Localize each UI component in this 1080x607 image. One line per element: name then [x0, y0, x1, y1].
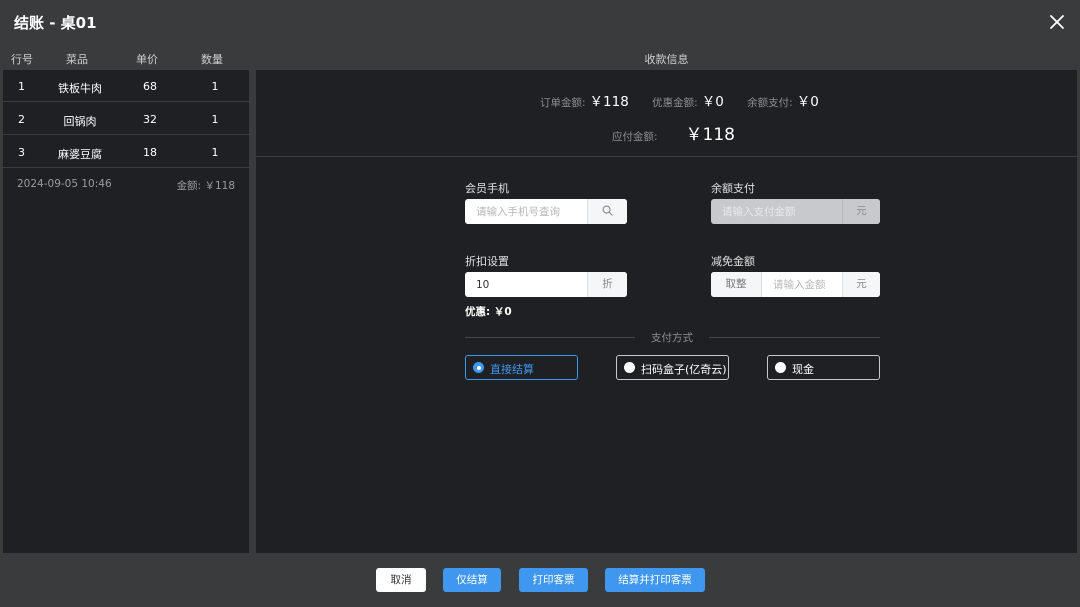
balance-pay-label: 余额支付:	[747, 97, 793, 109]
row-price: 32	[143, 113, 157, 126]
balance-input	[711, 199, 842, 224]
order-time: 2024-09-05 10:46	[17, 178, 112, 190]
search-button[interactable]	[587, 199, 627, 224]
member-phone-label: 会员手机	[465, 182, 509, 195]
table-row[interactable]: 2 回锅肉 32 1	[3, 103, 249, 135]
pay-methods-title: 支付方式	[651, 332, 693, 344]
pay-option-direct[interactable]: 直接结算	[465, 355, 578, 380]
header-dish: 菜品	[66, 53, 88, 66]
pay-option-label: 直接结算	[490, 363, 534, 376]
table-row[interactable]: 3 麻婆豆腐 18 1	[3, 136, 249, 168]
order-summary: 2024-09-05 10:46 金额: ￥118	[3, 176, 249, 196]
row-price: 18	[143, 146, 157, 159]
cancel-button[interactable]: 取消	[376, 568, 426, 592]
payment-panel: 订单金额: ￥118 优惠金额: ￥0 余额支付: ￥0 应付金额: ￥118 会员手机…	[256, 70, 1077, 553]
row-index: 1	[18, 80, 25, 93]
discount-result: 优惠: ￥0	[465, 306, 512, 318]
balance-label: 余额支付	[711, 182, 755, 195]
table-row[interactable]: 1 铁板牛肉 68 1	[3, 70, 249, 102]
waive-unit: 元	[842, 272, 880, 297]
order-amount-value: ￥118	[204, 180, 235, 192]
title-bar: 结账 - 桌01	[0, 0, 1080, 44]
balance-field: 元	[711, 199, 880, 224]
member-phone-field	[465, 199, 627, 224]
row-qty: 1	[211, 113, 219, 126]
search-icon	[602, 205, 613, 216]
waive-amount-label: 减免金额	[711, 255, 755, 268]
discount-unit: 折	[587, 272, 627, 297]
payment-info-title: 收款信息	[644, 53, 689, 66]
balance-unit: 元	[842, 199, 880, 224]
radio-selected-icon	[473, 362, 484, 373]
pay-option-qr-box[interactable]: 扫码盒子(亿奇云)	[616, 355, 729, 380]
settle-and-print-button[interactable]: 结算并打印客票	[605, 568, 705, 592]
payable-label: 应付金额:	[612, 131, 658, 143]
totals-section: 订单金额: ￥118 优惠金额: ￥0 余额支付: ￥0 应付金额: ￥118	[256, 70, 1077, 157]
discount-amount-value: ￥0	[701, 94, 724, 110]
row-dish: 铁板牛肉	[58, 82, 102, 95]
waive-field: 取整 元	[711, 272, 880, 297]
round-off-button[interactable]: 取整	[711, 272, 762, 297]
order-amount: 金额: ￥118	[177, 178, 235, 193]
waive-amount-input[interactable]	[762, 272, 842, 297]
order-list-panel: 1 铁板牛肉 68 1 2 回锅肉 32 1 3 麻婆豆腐 18 1 2024-…	[3, 70, 249, 553]
totals-line: 订单金额: ￥118 优惠金额: ￥0 余额支付: ￥0	[540, 90, 839, 110]
payable-line: 应付金额: ￥118	[612, 120, 735, 145]
radio-icon	[624, 362, 635, 373]
member-phone-input[interactable]	[465, 199, 587, 224]
discount-amount-label: 优惠金额:	[652, 97, 698, 109]
order-amount-label: 金额:	[176, 180, 202, 192]
header-price: 单价	[136, 53, 158, 66]
pay-option-cash[interactable]: 现金	[767, 355, 880, 380]
settle-only-button[interactable]: 仅结算	[443, 568, 501, 592]
row-price: 68	[143, 80, 157, 93]
dialog-title: 结账 - 桌01	[14, 14, 97, 32]
discount-field: 折	[465, 272, 627, 297]
pay-option-label: 扫码盒子(亿奇云)	[641, 363, 727, 376]
header-qty: 数量	[201, 53, 223, 66]
row-dish: 回锅肉	[63, 115, 97, 128]
radio-icon	[775, 362, 786, 373]
row-index: 2	[18, 113, 25, 126]
pay-option-label: 现金	[792, 363, 814, 376]
row-qty: 1	[211, 146, 219, 159]
header-index: 行号	[11, 53, 33, 66]
divider-left	[465, 337, 635, 338]
payment-info-header: 收款信息	[256, 48, 1077, 68]
row-index: 3	[18, 146, 25, 159]
row-qty: 1	[211, 80, 219, 93]
order-table-header: 行号 菜品 单价 数量	[3, 48, 249, 68]
print-receipt-button[interactable]: 打印客票	[519, 568, 588, 592]
payable-value: ￥118	[685, 125, 735, 145]
close-icon[interactable]	[1046, 11, 1068, 33]
balance-pay-value: ￥0	[796, 94, 819, 110]
discount-setting-label: 折扣设置	[465, 255, 509, 268]
divider-right	[709, 337, 880, 338]
discount-input[interactable]	[465, 272, 587, 297]
order-amount-label: 订单金额:	[540, 97, 586, 109]
row-dish: 麻婆豆腐	[58, 148, 102, 161]
order-amount-value: ￥118	[589, 94, 629, 110]
